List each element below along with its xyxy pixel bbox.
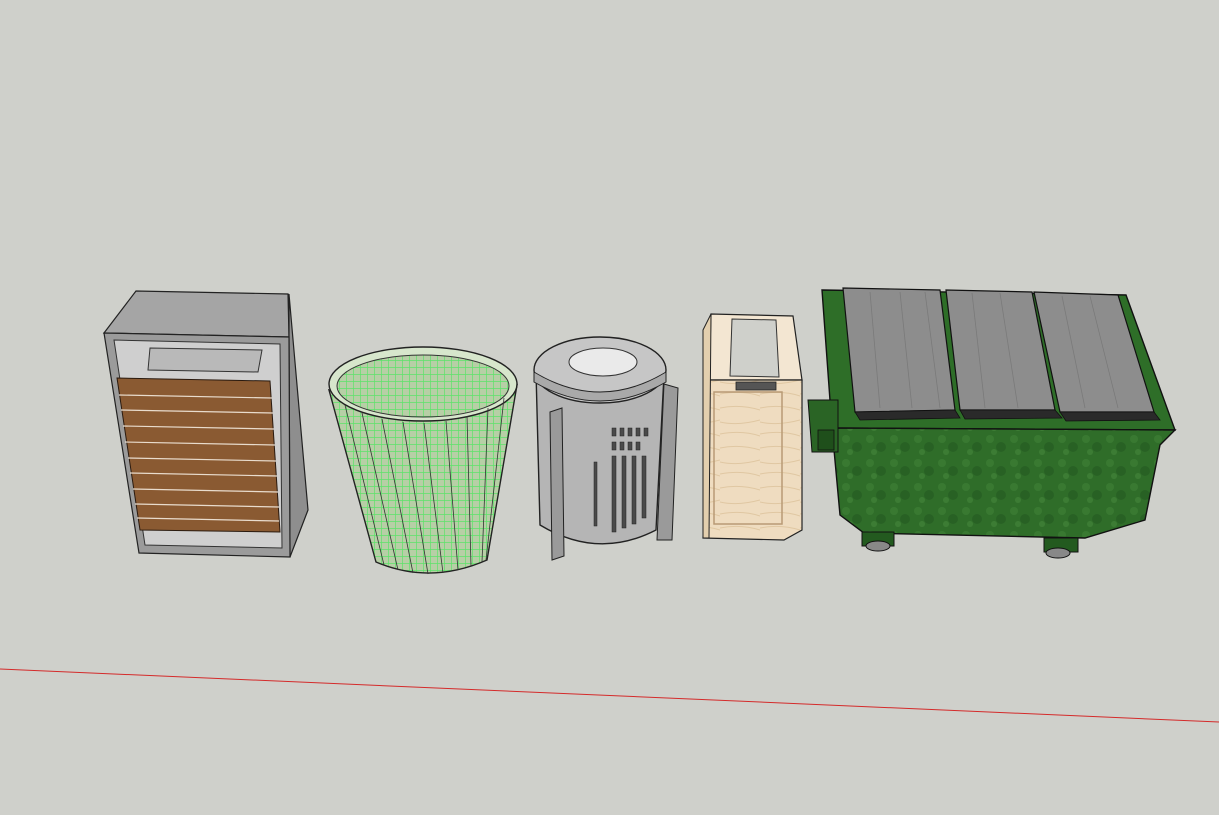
- dumpster-model[interactable]: [807, 287, 1177, 559]
- slatted-bin-model[interactable]: [102, 290, 309, 558]
- wood-bin-model[interactable]: [702, 313, 803, 541]
- mesh-bin-model[interactable]: [327, 346, 518, 575]
- red-axis-line: [0, 668, 1219, 723]
- metal-bin-model[interactable]: [533, 336, 679, 561]
- sketchup-viewport[interactable]: [0, 0, 1219, 815]
